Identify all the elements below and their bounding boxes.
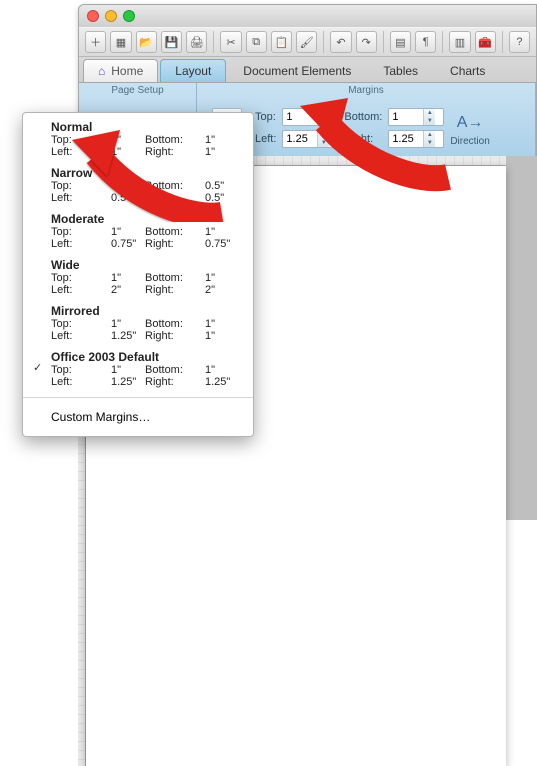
cut-button[interactable]: ✂ [220, 31, 241, 53]
text-direction-icon: A→ [455, 110, 485, 136]
margin-right-input[interactable]: ▲▼ [388, 130, 444, 148]
toolbar-separator [213, 31, 214, 53]
spin-up-icon[interactable]: ▲ [318, 109, 329, 117]
spin-down-icon[interactable]: ▼ [318, 139, 329, 147]
group-title: Margins [205, 83, 527, 99]
show-hide-button[interactable]: ▤ [390, 31, 411, 53]
spin-down-icon[interactable]: ▼ [318, 117, 329, 125]
paste-button[interactable]: 📋 [271, 31, 292, 53]
preset-name: Mirrored [51, 304, 239, 318]
text-direction-button[interactable]: A→ Direction [450, 110, 489, 147]
margin-inputs: Top: ▲▼ Bottom: ▲▼ Left: ▲▼ R [255, 108, 444, 148]
separator [23, 397, 253, 398]
custom-margins-item[interactable]: Custom Margins… [23, 402, 253, 432]
tab-layout[interactable]: Layout [160, 59, 226, 82]
tab-charts[interactable]: Charts [435, 59, 500, 82]
spin-up-icon[interactable]: ▲ [424, 131, 435, 139]
margin-top-input[interactable]: ▲▼ [282, 108, 338, 126]
spin-up-icon[interactable]: ▲ [424, 109, 435, 117]
margin-preset-normal[interactable]: NormalTop:1"Bottom:1"Left:1"Right:1" [23, 117, 253, 163]
toolbox-button[interactable]: 🧰 [475, 31, 496, 53]
toolbar-separator [442, 31, 443, 53]
save-button[interactable]: 💾 [161, 31, 182, 53]
margin-right-label: Right: [344, 133, 382, 145]
margin-left-label: Left: [255, 133, 276, 145]
margin-preset-mirrored[interactable]: MirroredTop:1"Bottom:1"Left:1.25"Right:1… [23, 301, 253, 347]
templates-button[interactable]: ▦ [110, 31, 131, 53]
open-button[interactable]: 📂 [136, 31, 157, 53]
group-title: Page Setup [87, 83, 188, 99]
zoom-icon[interactable] [123, 10, 135, 22]
undo-button[interactable]: ↶ [330, 31, 351, 53]
spin-up-icon[interactable]: ▲ [318, 131, 329, 139]
new-doc-button[interactable]: ＋ [85, 31, 106, 53]
toolbar-separator [383, 31, 384, 53]
copy-button[interactable]: ⧉ [246, 31, 267, 53]
preset-name: Office 2003 Default [51, 350, 239, 364]
margin-preset-wide[interactable]: WideTop:1"Bottom:1"Left:2"Right:2" [23, 255, 253, 301]
close-icon[interactable] [87, 10, 99, 22]
toolbar-separator [502, 31, 503, 53]
preset-name: Moderate [51, 212, 239, 226]
print-button[interactable]: 🖨 [186, 31, 207, 53]
margin-bottom-input[interactable]: ▲▼ [388, 108, 444, 126]
tab-tables[interactable]: Tables [368, 59, 433, 82]
margins-dropdown: NormalTop:1"Bottom:1"Left:1"Right:1"Narr… [22, 112, 254, 437]
spin-down-icon[interactable]: ▼ [424, 117, 435, 125]
preset-name: Wide [51, 258, 239, 272]
titlebar [79, 5, 536, 27]
toolbar-separator [323, 31, 324, 53]
preset-name: Normal [51, 120, 239, 134]
redo-button[interactable]: ↷ [356, 31, 377, 53]
sidebar-button[interactable]: ▥ [449, 31, 470, 53]
ribbon-tabs: Home Layout Document Elements Tables Cha… [79, 57, 536, 83]
quick-access-toolbar: ＋ ▦ 📂 💾 🖨 ✂ ⧉ 📋 🖌 ↶ ↷ ▤ ¶ ▥ 🧰 ? [79, 27, 536, 57]
margin-preset-narrow[interactable]: NarrowTop:0.5"Bottom:0.5"Left:0.5"Right:… [23, 163, 253, 209]
margin-left-input[interactable]: ▲▼ [282, 130, 338, 148]
margin-bottom-label: Bottom: [344, 111, 382, 123]
check-icon: ✓ [33, 361, 42, 374]
minimize-icon[interactable] [105, 10, 117, 22]
margin-preset-moderate[interactable]: ModerateTop:1"Bottom:1"Left:0.75"Right:0… [23, 209, 253, 255]
margin-preset-office-2003-default[interactable]: ✓Office 2003 DefaultTop:1"Bottom:1"Left:… [23, 347, 253, 393]
text-direction-label: Direction [450, 136, 489, 147]
help-button[interactable]: ? [509, 31, 530, 53]
tab-home[interactable]: Home [83, 59, 158, 82]
spin-down-icon[interactable]: ▼ [424, 139, 435, 147]
margin-top-label: Top: [255, 111, 276, 123]
preset-name: Narrow [51, 166, 239, 180]
format-painter-button[interactable]: 🖌 [296, 31, 317, 53]
tab-document-elements[interactable]: Document Elements [228, 59, 366, 82]
show-all-button[interactable]: ¶ [415, 31, 436, 53]
